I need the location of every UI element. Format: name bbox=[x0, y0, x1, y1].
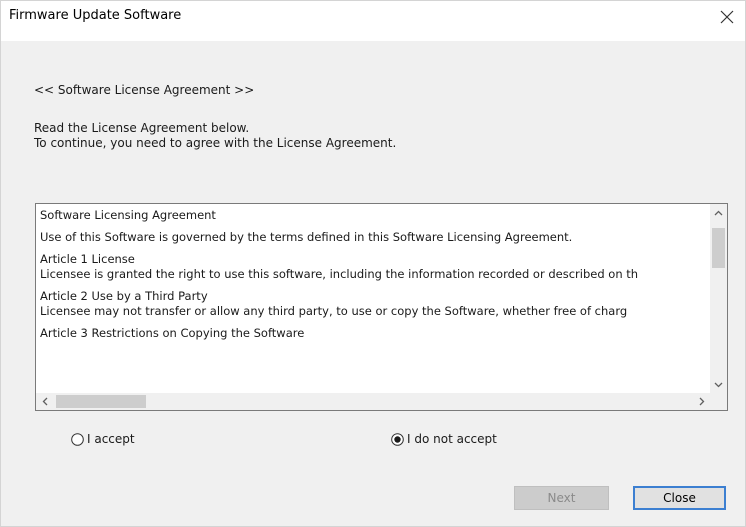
scrollbar-corner bbox=[710, 393, 727, 410]
radio-button-selected-icon bbox=[391, 432, 404, 446]
scroll-right-button[interactable] bbox=[693, 393, 710, 410]
next-button[interactable]: Next bbox=[514, 486, 609, 510]
vertical-scroll-thumb[interactable] bbox=[712, 228, 725, 268]
chevron-down-icon bbox=[714, 382, 723, 387]
vertical-scrollbar[interactable] bbox=[710, 204, 727, 393]
license-article: Article 3 Restrictions on Copying the So… bbox=[40, 326, 708, 341]
close-icon bbox=[720, 10, 734, 24]
article-text: Licensee is granted the right to use thi… bbox=[40, 267, 639, 281]
decline-radio[interactable]: I do not accept bbox=[391, 432, 497, 446]
license-title: Software Licensing Agreement bbox=[40, 208, 216, 222]
scroll-left-button[interactable] bbox=[36, 393, 53, 410]
license-text-box[interactable]: Software Licensing Agreement Use of this… bbox=[35, 203, 728, 411]
accept-radio[interactable]: I accept bbox=[71, 432, 135, 446]
license-article: Article 2 Use by a Third Party Licensee … bbox=[40, 289, 708, 319]
chevron-left-icon bbox=[42, 397, 47, 406]
instructions: Read the License Agreement below. To con… bbox=[34, 121, 396, 151]
close-button[interactable]: Close bbox=[633, 486, 726, 510]
chevron-up-icon bbox=[714, 210, 723, 215]
instruction-line: Read the License Agreement below. bbox=[34, 121, 250, 135]
radio-button-icon bbox=[71, 432, 84, 446]
horizontal-scroll-thumb[interactable] bbox=[56, 395, 146, 408]
scroll-up-button[interactable] bbox=[710, 204, 727, 221]
title-bar: Firmware Update Software bbox=[1, 1, 745, 33]
article-title: Article 2 Use by a Third Party bbox=[40, 289, 208, 303]
license-text: Software Licensing Agreement Use of this… bbox=[40, 208, 708, 390]
horizontal-scrollbar[interactable] bbox=[36, 393, 710, 410]
license-article: Article 1 License Licensee is granted th… bbox=[40, 252, 708, 282]
chevron-right-icon bbox=[699, 397, 704, 406]
window-close-button[interactable] bbox=[709, 1, 745, 33]
accept-label: I accept bbox=[87, 432, 135, 446]
article-text: Licensee may not transfer or allow any t… bbox=[40, 304, 628, 318]
article-title: Article 3 Restrictions on Copying the So… bbox=[40, 326, 305, 340]
license-paragraph: Use of this Software is governed by the … bbox=[40, 230, 573, 244]
dialog-body: << Software License Agreement >> Read th… bbox=[1, 41, 745, 526]
article-title: Article 1 License bbox=[40, 252, 135, 266]
instruction-line: To continue, you need to agree with the … bbox=[34, 136, 397, 150]
section-heading: << Software License Agreement >> bbox=[34, 83, 255, 97]
decline-label: I do not accept bbox=[407, 432, 497, 446]
dialog-window: Firmware Update Software << Software Lic… bbox=[0, 0, 746, 527]
scroll-down-button[interactable] bbox=[710, 376, 727, 393]
window-title: Firmware Update Software bbox=[9, 8, 182, 23]
